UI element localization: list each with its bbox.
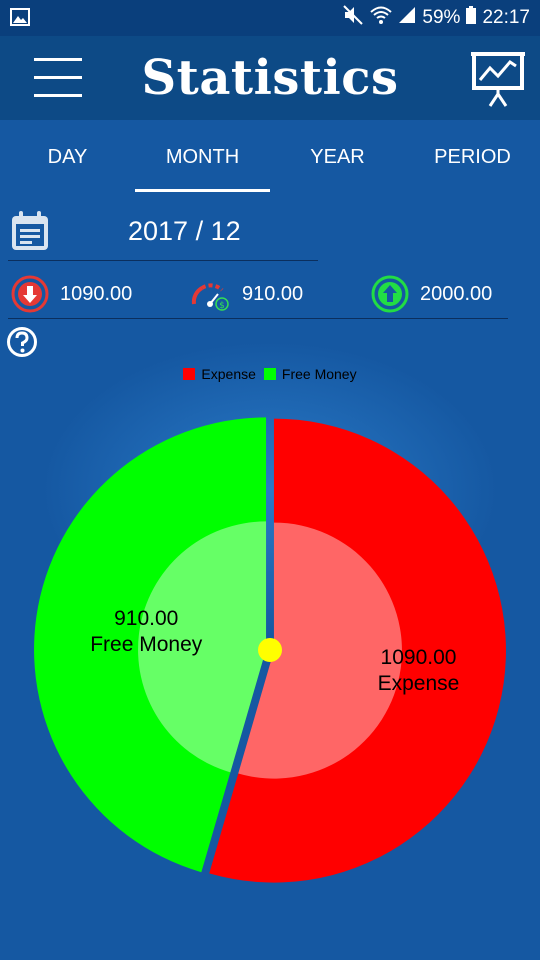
tab-day[interactable]: DAY	[0, 120, 135, 196]
legend-label-expense: Expense	[201, 366, 256, 382]
summary-row: 1090.00 $ 910.00 2000.00	[8, 270, 508, 319]
chart-legend: Expense Free Money	[0, 366, 540, 382]
legend-item-free-money: Free Money	[263, 366, 357, 382]
slice-name-free-money: Free Money	[90, 633, 203, 657]
slice-name-expense: Expense	[377, 672, 460, 696]
gallery-notification-icon	[10, 8, 30, 31]
expense-down-arrow-icon	[11, 275, 49, 313]
income-summary: 2000.00	[370, 270, 492, 318]
slice-value-expense: 1090.00	[380, 646, 457, 670]
tab-month[interactable]: MONTH	[135, 120, 270, 196]
calendar-icon[interactable]	[10, 210, 50, 252]
tab-period[interactable]: PERIOD	[405, 120, 540, 196]
clock: 22:17	[482, 7, 530, 28]
date-selector[interactable]: 2017 / 12	[8, 206, 318, 261]
income-up-arrow-icon	[371, 275, 409, 313]
slice-label-expense: 1090.00 Expense	[344, 645, 494, 697]
battery-icon	[466, 6, 477, 30]
page-title: Statistics	[141, 50, 399, 106]
status-bar: 59% 22:17	[0, 0, 540, 36]
signal-icon	[398, 6, 416, 30]
slice-label-free-money: 910.00 Free Money	[71, 606, 221, 658]
expense-value: 1090.00	[60, 282, 133, 305]
pie-center-dot	[258, 638, 282, 662]
chart-presentation-button[interactable]	[470, 50, 526, 108]
free-money-value: 910.00	[242, 282, 304, 305]
gauge-icon: $	[191, 283, 229, 311]
slice-value-free-money: 910.00	[114, 607, 179, 631]
wifi-icon	[370, 5, 393, 31]
legend-swatch-free-money	[263, 368, 276, 380]
presentation-chart-icon	[471, 52, 525, 107]
app-toolbar: Statistics	[0, 36, 540, 120]
legend-swatch-expense	[183, 368, 196, 380]
mute-icon	[342, 4, 364, 32]
expense-summary: 1090.00	[10, 270, 132, 318]
tab-year[interactable]: YEAR	[270, 120, 405, 196]
income-value: 2000.00	[420, 282, 493, 305]
legend-item-expense: Expense	[183, 366, 256, 382]
legend-label-free-money: Free Money	[281, 366, 357, 382]
help-button[interactable]	[6, 326, 38, 358]
question-mark-icon	[7, 327, 37, 357]
pie-chart[interactable]: 1090.00 Expense 910.00 Free Money	[0, 400, 540, 900]
battery-percent: 59%	[422, 7, 461, 28]
selected-date: 2017 / 12	[128, 216, 241, 246]
svg-text:$: $	[219, 301, 225, 311]
period-tabs: DAY MONTH YEAR PERIOD	[0, 120, 540, 196]
free-money-summary: $ 910.00	[188, 270, 303, 318]
